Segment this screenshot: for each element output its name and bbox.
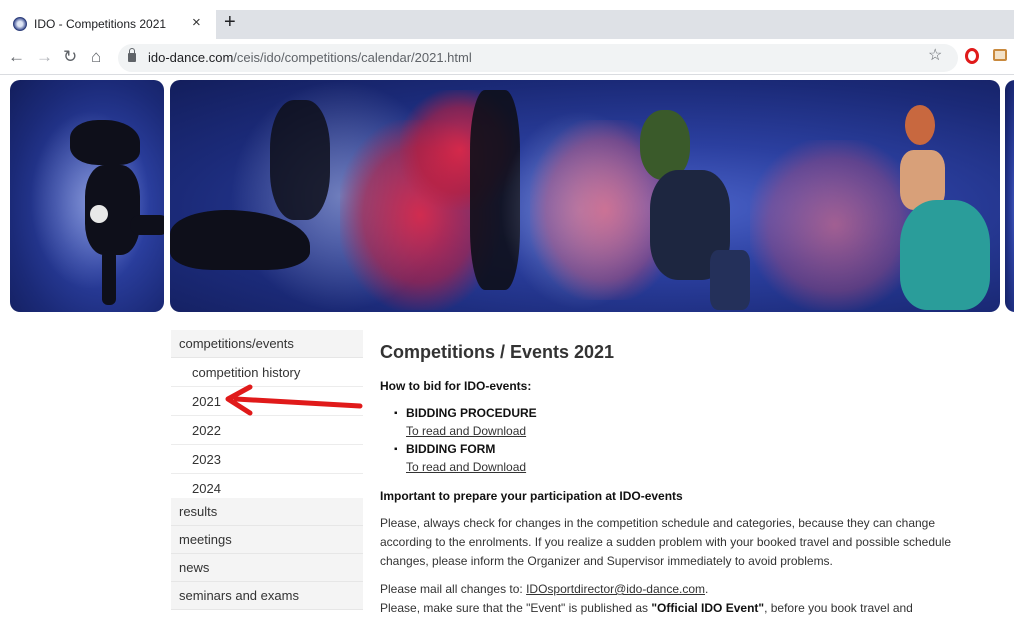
banner-panel-main [170, 80, 1000, 312]
tab-strip-background [216, 10, 1014, 39]
close-tab-icon[interactable]: × [192, 14, 201, 31]
header-banner [0, 80, 1014, 314]
back-arrow-icon[interactable]: ← [8, 47, 25, 67]
browser-tab[interactable]: IDO - Competitions 2021 × [0, 10, 210, 39]
publish-bold: "Official IDO Event" [651, 601, 765, 615]
how-to-bid-heading: How to bid for IDO-events: [380, 379, 532, 393]
url-host: ido-dance.com [148, 50, 234, 65]
mail-prefix: Please mail all changes to: [380, 582, 527, 596]
bidding-form-link[interactable]: To read and Download [406, 458, 980, 477]
browser-toolbar: ← → ↻ ⌂ ido-dance.com/ceis/ido/competiti… [0, 39, 1014, 75]
sidebar-subitem-2024[interactable]: 2024 [171, 474, 363, 498]
sidebar-nav: competitions/events competition history … [171, 330, 363, 610]
publish-suffix: , before you book travel and [764, 601, 913, 615]
extension-icon[interactable] [993, 49, 1007, 61]
main-content: Competitions / Events 2021 How to bid fo… [380, 338, 980, 618]
tab-title: IDO - Competitions 2021 [34, 17, 167, 31]
sidebar-item-competitions-events[interactable]: competitions/events [171, 330, 363, 358]
mail-line: Please mail all changes to: IDOsportdire… [380, 580, 980, 599]
reload-icon[interactable]: ↻ [63, 47, 77, 67]
bidding-procedure-label: BIDDING PROCEDURE [406, 406, 537, 420]
url-path: /ceis/ido/competitions/calendar/2021.htm… [233, 50, 472, 65]
sidebar-subitem-2023[interactable]: 2023 [171, 445, 363, 474]
changes-paragraph: Please, always check for changes in the … [380, 516, 952, 568]
publish-prefix: Please, make sure that the "Event" is pu… [380, 601, 652, 615]
list-item: BIDDING FORM To read and Download [394, 441, 980, 477]
important-heading: Important to prepare your participation … [380, 489, 683, 503]
sidebar-item-meetings[interactable]: meetings [171, 526, 363, 554]
page-title: Competitions / Events 2021 [380, 342, 615, 362]
sidebar-item-news[interactable]: news [171, 554, 363, 582]
bidding-form-label: BIDDING FORM [406, 442, 496, 456]
address-bar[interactable]: ido-dance.com/ceis/ido/competitions/cale… [118, 44, 958, 72]
lock-icon[interactable] [128, 48, 136, 62]
sidebar-subitem-competition-history[interactable]: competition history [171, 358, 363, 387]
browser-tab-strip: IDO - Competitions 2021 × + [0, 0, 1014, 39]
home-icon[interactable]: ⌂ [91, 47, 101, 67]
banner-panel-right [1005, 80, 1014, 312]
site-favicon-icon [13, 17, 27, 31]
opera-extension-icon[interactable] [965, 48, 979, 64]
banner-panel-left [10, 80, 164, 312]
sidebar-subitem-2022[interactable]: 2022 [171, 416, 363, 445]
bidding-list: BIDDING PROCEDURE To read and Download B… [380, 405, 980, 477]
forward-arrow-icon[interactable]: → [36, 47, 53, 67]
annotation-arrow-icon [225, 384, 363, 416]
email-link[interactable]: IDOsportdirector@ido-dance.com [526, 582, 705, 596]
new-tab-button[interactable]: + [224, 12, 236, 32]
bookmark-star-icon[interactable]: ☆ [928, 45, 942, 65]
list-item: BIDDING PROCEDURE To read and Download [394, 405, 980, 441]
bidding-procedure-link[interactable]: To read and Download [406, 422, 980, 441]
sidebar-item-results[interactable]: results [171, 498, 363, 526]
sidebar-item-seminars-and-exams[interactable]: seminars and exams [171, 582, 363, 610]
mail-suffix: . [705, 582, 709, 596]
publish-line: Please, make sure that the "Event" is pu… [380, 599, 980, 618]
url-text[interactable]: ido-dance.com/ceis/ido/competitions/cale… [148, 50, 472, 65]
